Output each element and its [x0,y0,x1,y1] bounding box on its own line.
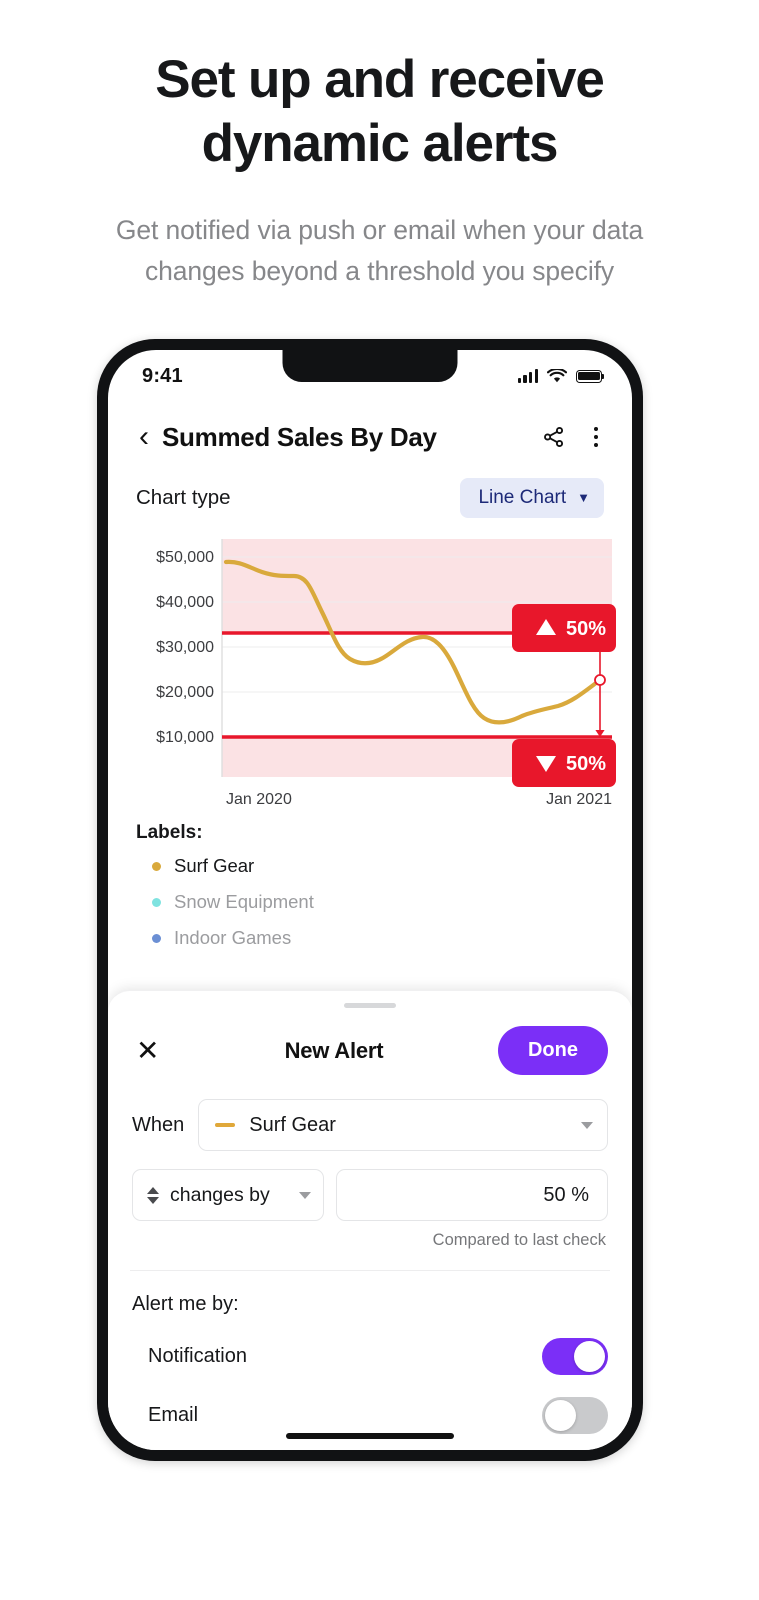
battery-full-icon [576,369,605,383]
legend-item-snow-equipment[interactable]: Snow Equipment [152,891,604,913]
share-icon[interactable] [542,425,566,449]
series-select[interactable]: Surf Gear [198,1099,608,1151]
new-alert-bottom-sheet: ✕ New Alert Done When Surf Gear changes … [108,990,632,1450]
series-color-swatch-icon [215,1123,236,1127]
toggle-knob [574,1341,605,1372]
chart-type-row: Chart type Line Chart ▼ [108,464,632,518]
headline-line-2: dynamic alerts [201,114,559,173]
x-tick-label-end: Jan 2021 [546,791,612,808]
phone-notch [282,350,458,382]
legend-label: Snow Equipment [174,891,314,912]
notification-label: Notification [148,1345,247,1367]
hero-section: Set up and receive dynamic alerts Get no… [0,0,759,292]
legend-label: Indoor Games [174,927,292,948]
upper-alert-value: 50% [566,618,606,640]
line-chart: $50,000 $40,000 $30,000 $20,000 $10,000 [156,539,616,808]
up-down-arrows-icon [147,1186,159,1204]
cellular-signal-icon [517,369,538,383]
y-tick-label: $10,000 [156,729,214,746]
y-tick-label: $50,000 [156,549,214,566]
lower-alert-badge[interactable]: 50% [512,739,616,787]
sheet-header: ✕ New Alert Done [108,1008,632,1075]
chevron-left-icon[interactable]: ‹ [132,422,156,452]
condition-row: changes by 50 % [108,1151,632,1221]
when-label: When [132,1113,185,1136]
phone-mockup: 9:41 ‹ Summed Sales By Day Chart type Li… [97,339,643,1461]
home-indicator [286,1433,454,1439]
lower-alert-value: 50% [566,753,606,775]
chart-type-label: Chart type [136,486,231,509]
x-tick-label-start: Jan 2020 [226,791,292,808]
condition-helper-text: Compared to last check [432,1231,606,1249]
condition-select[interactable]: changes by [132,1169,324,1221]
chevron-down-icon [299,1191,311,1199]
subtitle-line-2: changes beyond a threshold you specify [144,256,615,286]
page-title: Set up and receive dynamic alerts [0,48,759,176]
legend-item-surf-gear[interactable]: Surf Gear [152,855,604,877]
y-tick-label: $30,000 [156,639,214,656]
email-toggle-row: Email [108,1375,632,1434]
y-tick-label: $20,000 [156,684,214,701]
notification-toggle-row: Notification [108,1316,632,1375]
legend-label: Surf Gear [174,855,255,876]
legend-dot-icon [152,897,161,907]
upper-alert-badge[interactable]: 50% [512,604,616,652]
nav-actions [542,425,604,449]
legend-title: Labels: [136,822,203,843]
legend-dot-icon [152,861,161,871]
when-row: When Surf Gear [108,1075,632,1151]
threshold-value-input[interactable]: 50 % [336,1169,608,1221]
kebab-menu-icon[interactable] [588,425,604,449]
screen-title: Summed Sales By Day [162,421,437,452]
close-icon[interactable]: ✕ [136,1036,170,1065]
email-label: Email [148,1404,199,1426]
headline-line-1: Set up and receive [155,50,605,109]
chevron-down-icon: ▼ [577,489,590,505]
done-button[interactable]: Done [497,1026,608,1075]
hero-subtitle: Get notified via push or email when your… [0,210,759,292]
legend-item-indoor-games[interactable]: Indoor Games [152,927,604,949]
status-indicators [517,368,605,384]
email-toggle[interactable] [542,1397,608,1434]
status-time: 9:41 [142,364,183,387]
chart-container[interactable]: $50,000 $40,000 $30,000 $20,000 $10,000 [108,518,632,814]
chevron-down-icon [581,1121,593,1129]
toggle-knob [545,1400,576,1431]
wifi-icon [547,368,567,382]
chart-type-value: Line Chart [478,487,567,508]
sheet-title: New Alert [284,1037,384,1063]
series-select-value: Surf Gear [249,1113,336,1136]
notification-toggle[interactable] [542,1338,608,1375]
y-tick-label: $40,000 [156,594,214,611]
alert-channels-label: Alert me by: [132,1293,239,1315]
subtitle-line-1: Get notified via push or email when your… [115,215,644,245]
chart-type-dropdown[interactable]: Line Chart ▼ [460,478,604,518]
phone-screen: 9:41 ‹ Summed Sales By Day Chart type Li… [108,350,632,1450]
legend-dot-icon [152,933,161,943]
app-nav-bar: ‹ Summed Sales By Day [108,402,632,464]
chart-legend: Labels: Surf Gear Snow Equipment Indoor … [108,814,632,949]
marketing-screenshot: Set up and receive dynamic alerts Get no… [0,0,759,1600]
condition-select-value: changes by [170,1183,270,1206]
data-point-marker[interactable] [594,674,606,686]
